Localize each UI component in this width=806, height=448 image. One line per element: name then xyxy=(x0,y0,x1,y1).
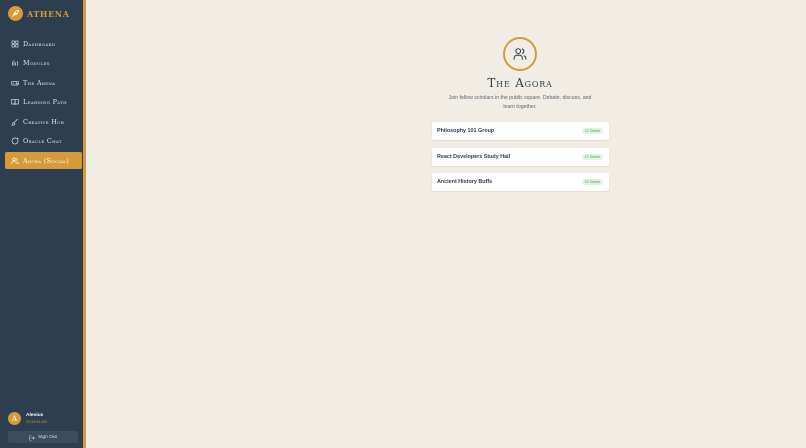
online-count-badge: 22 Online xyxy=(581,179,603,185)
brand-name: ATHENA xyxy=(27,8,70,19)
user-profile[interactable]: A Aleoius SCHOLAR xyxy=(8,412,47,425)
online-count-badge: 17 Online xyxy=(581,153,603,160)
page-subtitle: Join fellow scholars in the public squar… xyxy=(448,95,592,110)
book-icon xyxy=(10,98,19,107)
sign-out-button[interactable]: Sign Out xyxy=(8,431,78,443)
sidebar: ATHENA Dashboard Modules The Arena Learn… xyxy=(0,0,86,448)
sidebar-nav: Dashboard Modules The Arena Learning Pat… xyxy=(5,35,82,172)
sidebar-item-arena[interactable]: The Arena xyxy=(5,74,82,91)
room-card[interactable]: React Developers Study Hall 17 Online xyxy=(432,147,609,166)
sidebar-item-label: Agora (Social) xyxy=(23,156,70,165)
online-count-badge: 12 Online xyxy=(581,128,603,134)
room-name: React Developers Study Hall xyxy=(437,153,511,160)
user-info: Aleoius SCHOLAR xyxy=(26,413,47,425)
brand[interactable]: ATHENA xyxy=(8,6,70,21)
users-icon xyxy=(503,37,537,71)
dashboard-grid-icon xyxy=(10,39,19,48)
room-card[interactable]: Philosophy 101 Group 12 Online xyxy=(432,122,609,140)
sidebar-item-label: Creative Hub xyxy=(23,117,65,126)
sign-out-label: Sign Out xyxy=(38,434,57,440)
sidebar-item-creative-hub[interactable]: Creative Hub xyxy=(5,113,82,130)
room-card[interactable]: Ancient History Buffs 22 Online xyxy=(432,173,609,191)
logout-icon xyxy=(29,428,35,446)
user-role: SCHOLAR xyxy=(26,418,48,424)
feather-icon xyxy=(8,6,23,21)
room-name: Philosophy 101 Group xyxy=(437,128,495,134)
arena-gamepad-icon xyxy=(10,78,19,87)
sidebar-item-label: Dashboard xyxy=(23,39,56,48)
chat-bubble-icon xyxy=(10,137,19,146)
sidebar-item-label: The Arena xyxy=(23,78,56,87)
sidebar-item-modules[interactable]: Modules xyxy=(5,55,82,72)
modules-bars-icon xyxy=(10,59,19,68)
sidebar-item-agora[interactable]: Agora (Social) xyxy=(5,152,82,169)
users-icon xyxy=(10,156,19,165)
room-name: Ancient History Buffs xyxy=(437,179,493,185)
sidebar-item-label: Modules xyxy=(23,59,50,67)
sidebar-item-oracle-chat[interactable]: Oracle Chat xyxy=(5,133,82,150)
page-title: The Agora xyxy=(487,76,553,90)
sidebar-item-dashboard[interactable]: Dashboard xyxy=(5,35,82,52)
sidebar-item-label: Learning Path xyxy=(23,98,67,106)
sidebar-item-learning-path[interactable]: Learning Path xyxy=(5,94,82,111)
sidebar-item-label: Oracle Chat xyxy=(23,137,62,145)
avatar: A xyxy=(8,412,21,425)
room-list: Philosophy 101 Group 12 Online React Dev… xyxy=(432,122,609,199)
brush-icon xyxy=(10,117,19,126)
